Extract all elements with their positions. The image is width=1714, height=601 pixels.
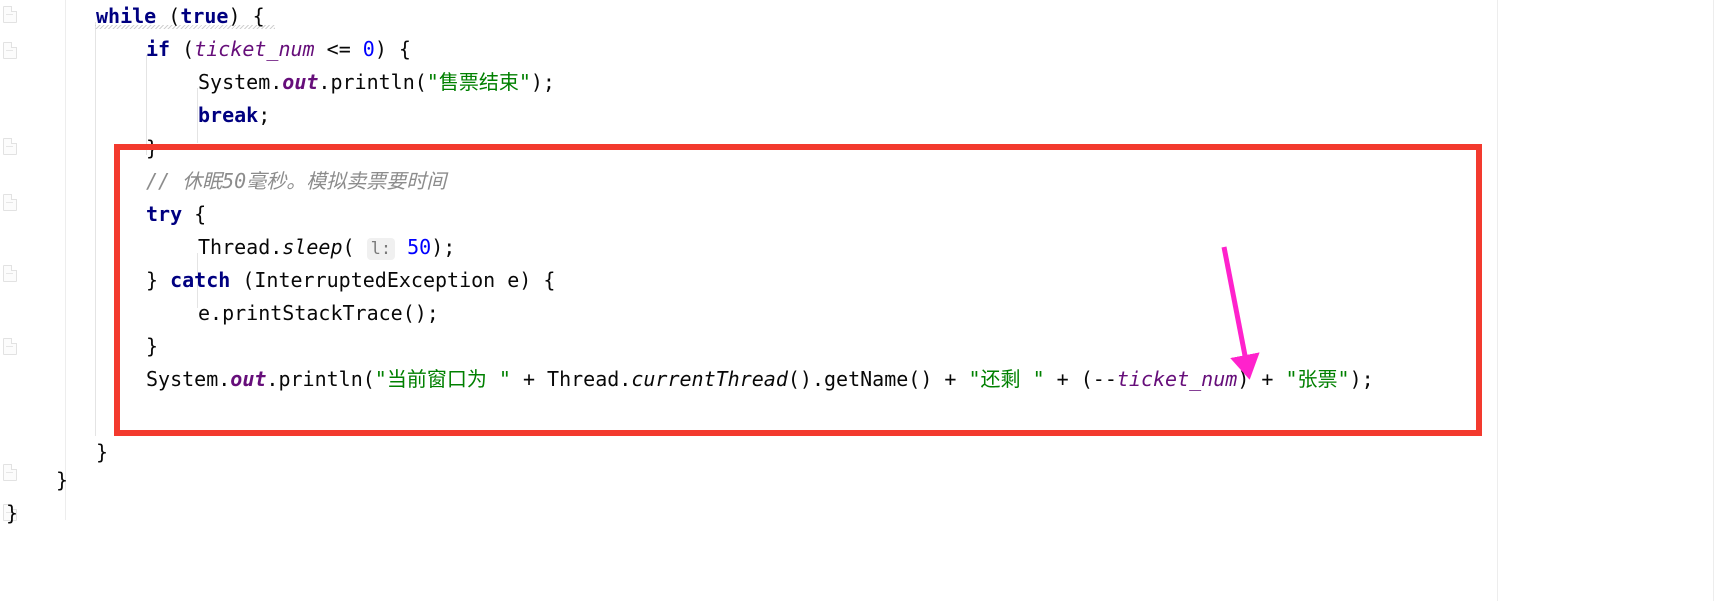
code-token-plain: ( <box>170 37 195 61</box>
code-token-method-i: currentThread <box>631 367 788 391</box>
code-token-plain: } <box>146 334 159 358</box>
code-token-str: "还剩 " <box>968 367 1045 391</box>
code-line[interactable]: } <box>146 330 158 363</box>
code-token-plain: Thread. <box>198 235 283 259</box>
parameter-hint-inlay: l: <box>366 238 396 260</box>
code-token-str: "当前窗口为 " <box>374 367 511 391</box>
code-token-plain: ( <box>342 235 355 259</box>
code-token-plain: ); <box>1349 367 1374 391</box>
code-token-kw: break <box>198 103 259 127</box>
code-token-plain: ().getName() + <box>787 367 969 391</box>
code-token-plain: } <box>146 268 171 292</box>
code-line[interactable]: e.printStackTrace(); <box>198 297 439 330</box>
code-token-plain: ) + <box>1237 367 1286 391</box>
code-line[interactable]: } <box>146 132 158 165</box>
code-token-plain: ; <box>258 103 271 127</box>
code-line[interactable]: } <box>56 464 68 497</box>
code-token-plain: } <box>146 136 159 160</box>
code-token-localvar: ticket_num <box>194 37 315 61</box>
code-token-num: 0 <box>362 37 375 61</box>
code-token-kw: if <box>146 37 171 61</box>
code-token-plain: + Thread. <box>510 367 632 391</box>
code-token-localvar: ticket_num <box>1116 367 1238 391</box>
indent-guide <box>95 22 96 436</box>
code-token-cmt: // 休眠50毫秒。模拟卖票要时间 <box>146 169 447 193</box>
code-token-plain: + (-- <box>1044 367 1117 391</box>
code-token-plain: ) { <box>374 37 411 61</box>
code-token-num: 50 <box>407 235 432 259</box>
code-token-plain: e.printStackTrace(); <box>198 301 439 325</box>
code-token-plain: .println( <box>266 367 375 391</box>
code-token-plain: ); <box>530 70 555 94</box>
code-line[interactable]: } <box>96 436 108 469</box>
code-token-plain: <= <box>314 37 363 61</box>
code-token-kw: true <box>180 4 229 28</box>
code-token-plain: System. <box>198 70 283 94</box>
code-token-kw: try <box>146 202 183 226</box>
code-token-field: out <box>282 70 319 94</box>
code-token-str: "张票" <box>1285 367 1350 391</box>
code-token-field: out <box>230 367 267 391</box>
code-token-plain: } <box>96 440 109 464</box>
code-line[interactable]: System.out.println("当前窗口为 " + Thread.cur… <box>146 363 1374 396</box>
code-line[interactable]: // 休眠50毫秒。模拟卖票要时间 <box>146 165 446 198</box>
code-line[interactable]: if (ticket_num <= 0) { <box>146 33 411 66</box>
code-token-kw: catch <box>170 268 231 292</box>
code-line[interactable]: break; <box>198 99 270 132</box>
code-token-plain: System. <box>146 367 231 391</box>
code-token-plain: } <box>56 468 69 492</box>
code-line[interactable]: System.out.println("售票结束"); <box>198 66 555 99</box>
code-token-plain: (InterruptedException e) { <box>230 268 556 292</box>
code-token-kw: while <box>96 4 157 28</box>
code-token-plain: } <box>6 501 19 525</box>
code-token-method-i: sleep <box>282 235 343 259</box>
code-line[interactable]: } catch (InterruptedException e) { <box>146 264 555 297</box>
code-surface[interactable]: while (true) {if (ticket_num <= 0) {Syst… <box>0 0 1714 601</box>
code-editor-screenshot: while (true) {if (ticket_num <= 0) {Syst… <box>0 0 1714 601</box>
code-line[interactable]: try { <box>146 198 206 231</box>
code-token-plain: ) { <box>228 4 265 28</box>
code-token-plain: { <box>182 202 207 226</box>
code-token-plain: ); <box>431 235 456 259</box>
code-line[interactable]: Thread.sleep( l: 50); <box>198 231 455 264</box>
code-token-plain: ( <box>156 4 181 28</box>
code-token-plain: .println( <box>318 70 427 94</box>
code-line[interactable]: while (true) { <box>96 0 265 33</box>
code-token-str: "售票结束" <box>426 70 531 94</box>
code-line[interactable]: } <box>6 497 18 530</box>
